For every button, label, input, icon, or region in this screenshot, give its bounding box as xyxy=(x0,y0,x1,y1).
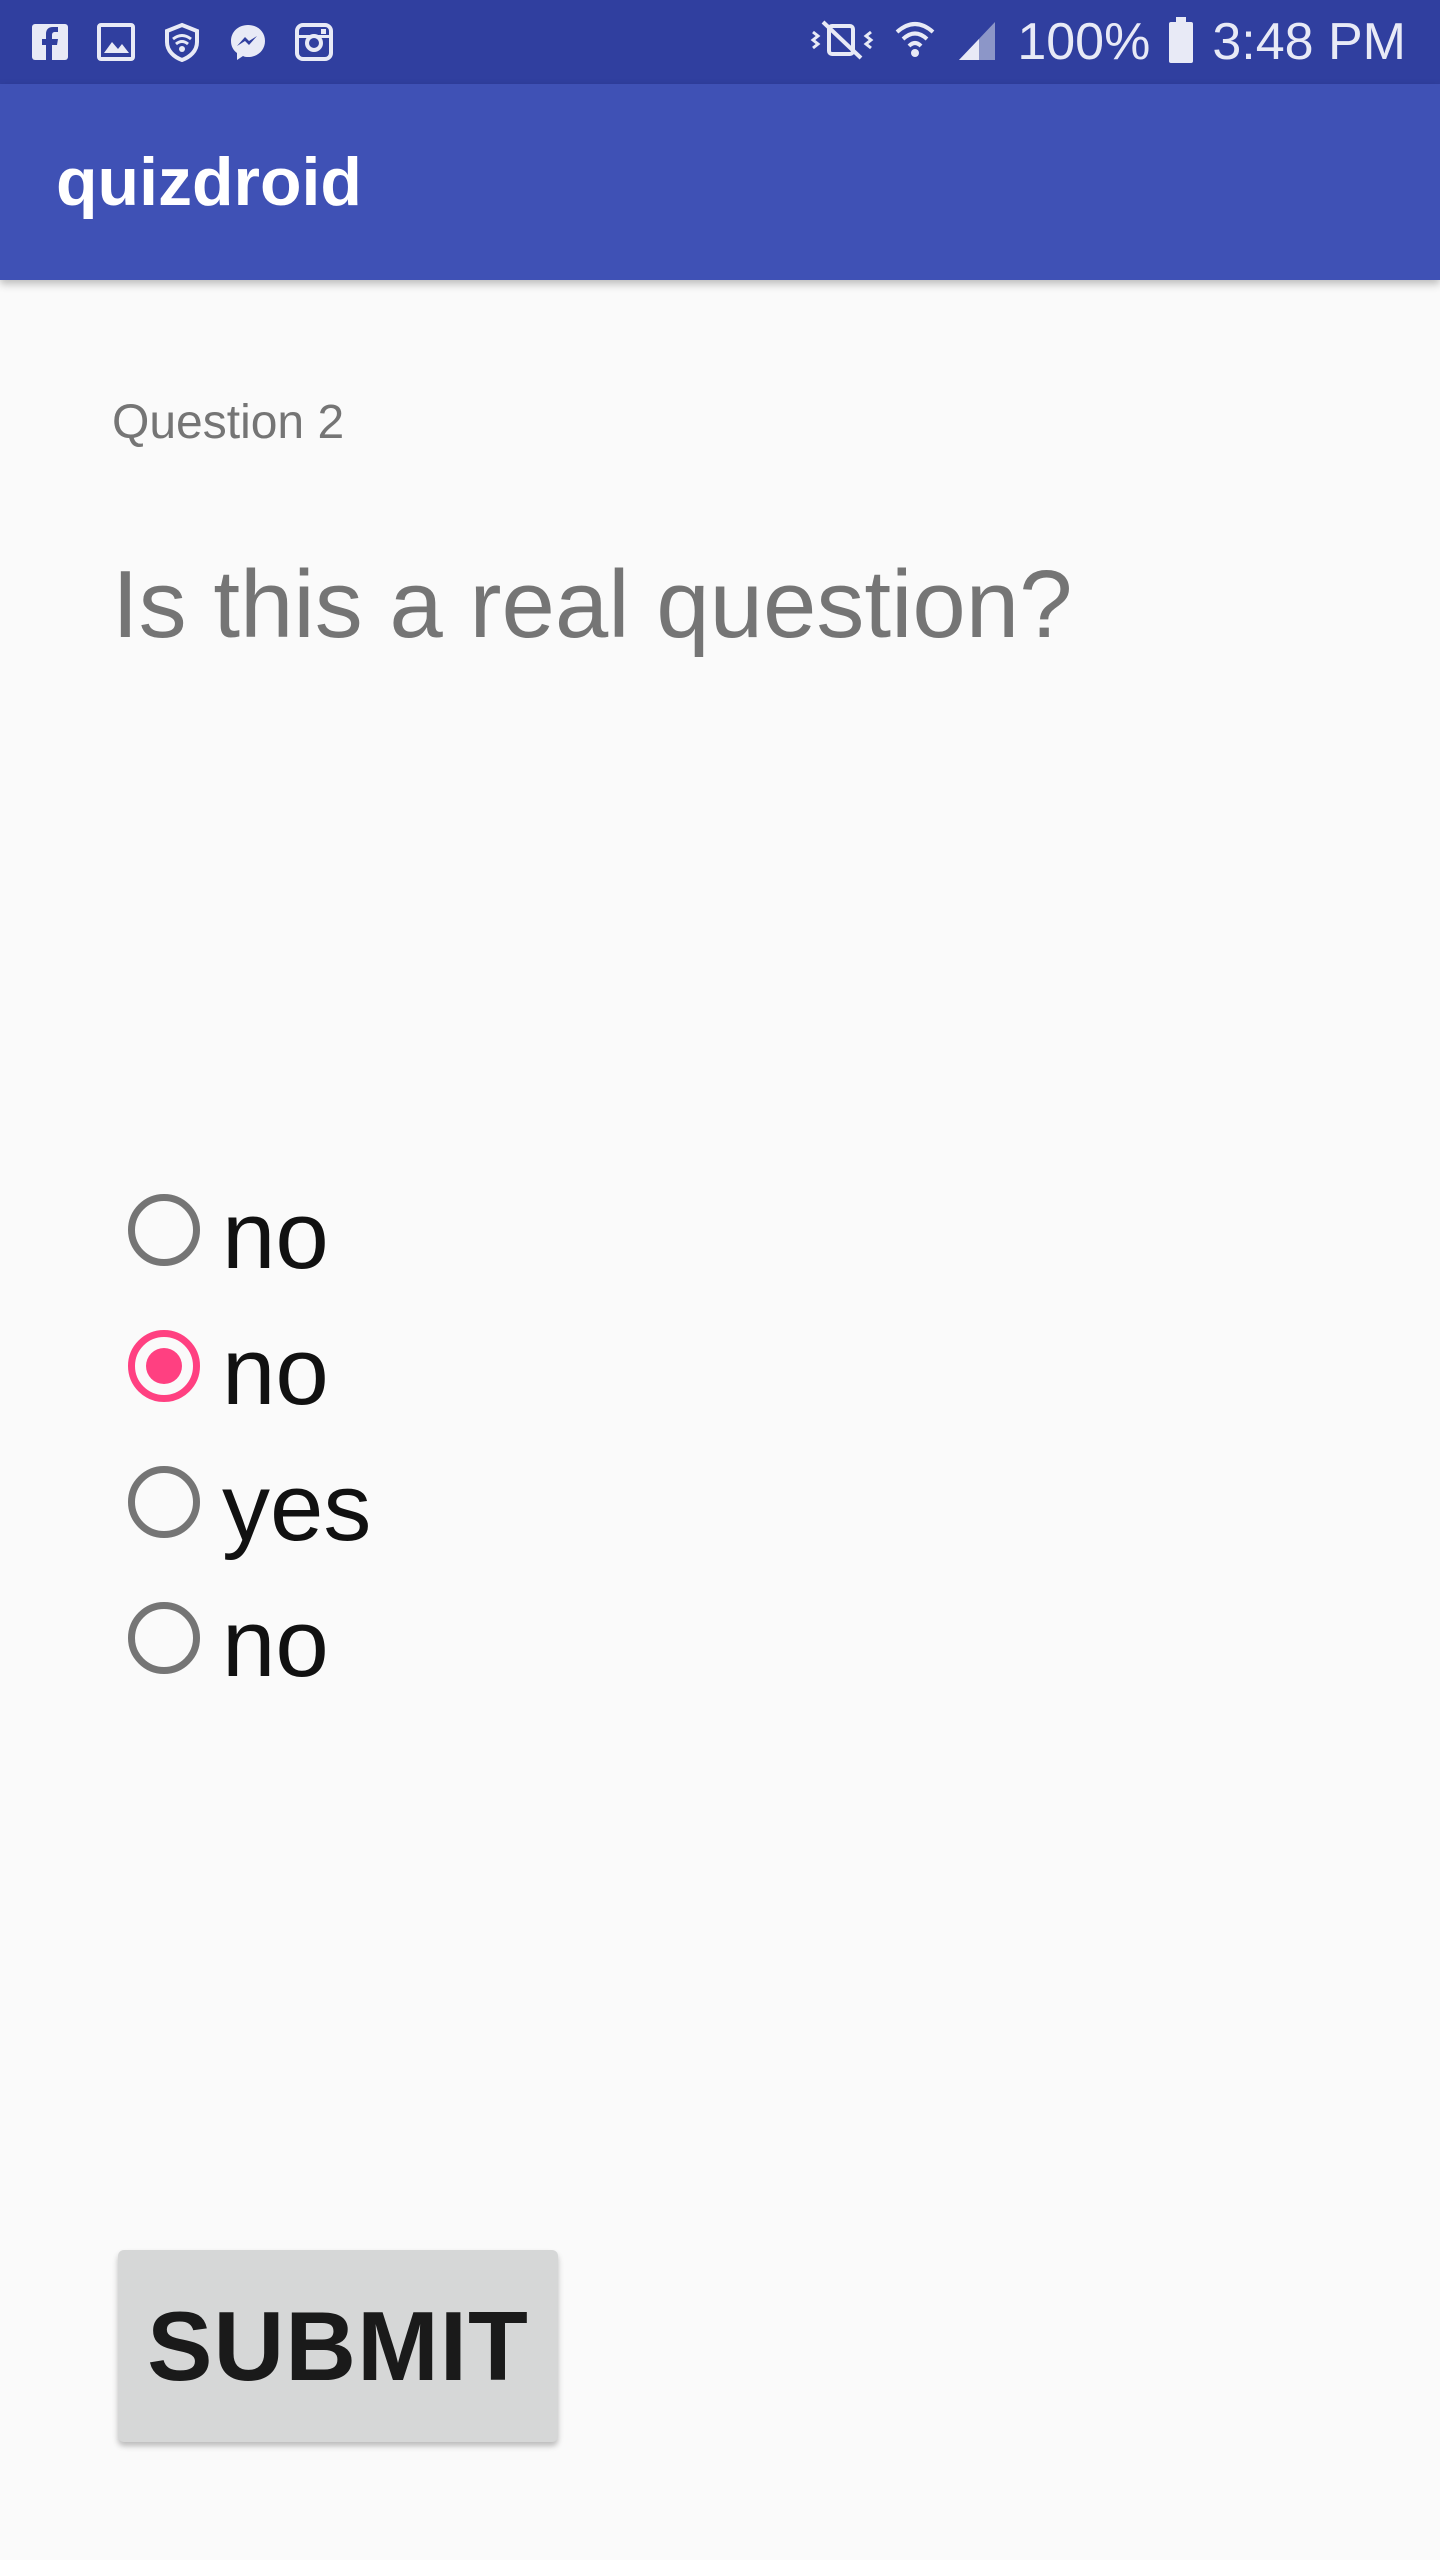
radio-button[interactable] xyxy=(128,1466,200,1538)
radio-dot xyxy=(146,1348,182,1384)
app-bar: quizdroid xyxy=(0,84,1440,280)
question-number: Question 2 xyxy=(112,396,345,449)
wifi-icon xyxy=(893,18,937,67)
battery-percent: 100% xyxy=(1017,13,1151,71)
vibrate-icon xyxy=(809,18,875,67)
question-text: Is this a real question? xyxy=(112,551,1073,658)
answer-option[interactable]: no xyxy=(128,1570,928,1706)
status-bar: 100% 3:48 PM xyxy=(0,0,1440,84)
clock: 3:48 PM xyxy=(1212,13,1406,71)
answer-label[interactable]: no xyxy=(222,1168,329,1304)
battery-icon xyxy=(1168,16,1194,68)
messenger-icon xyxy=(226,20,270,64)
radio-button[interactable] xyxy=(128,1602,200,1674)
gallery-icon xyxy=(94,20,138,64)
notification-icons xyxy=(28,18,336,66)
system-indicators: 100% 3:48 PM xyxy=(809,0,1406,84)
radio-button-selected[interactable] xyxy=(128,1330,200,1402)
answer-label[interactable]: no xyxy=(222,1304,329,1440)
radio-button[interactable] xyxy=(128,1194,200,1266)
submit-button[interactable]: SUBMIT xyxy=(118,2250,558,2442)
app-title: quizdroid xyxy=(56,144,362,220)
answer-option[interactable]: yes xyxy=(128,1434,928,1570)
answer-radio-group: no no yes no xyxy=(128,1162,928,1706)
answer-option[interactable]: no xyxy=(128,1298,928,1434)
signal-icon xyxy=(955,18,999,67)
answer-option[interactable]: no xyxy=(128,1162,928,1298)
vpn-shield-icon xyxy=(160,20,204,64)
answer-label[interactable]: no xyxy=(222,1576,329,1712)
instagram-icon xyxy=(292,20,336,64)
facebook-icon xyxy=(28,20,72,64)
answer-label[interactable]: yes xyxy=(222,1440,371,1576)
